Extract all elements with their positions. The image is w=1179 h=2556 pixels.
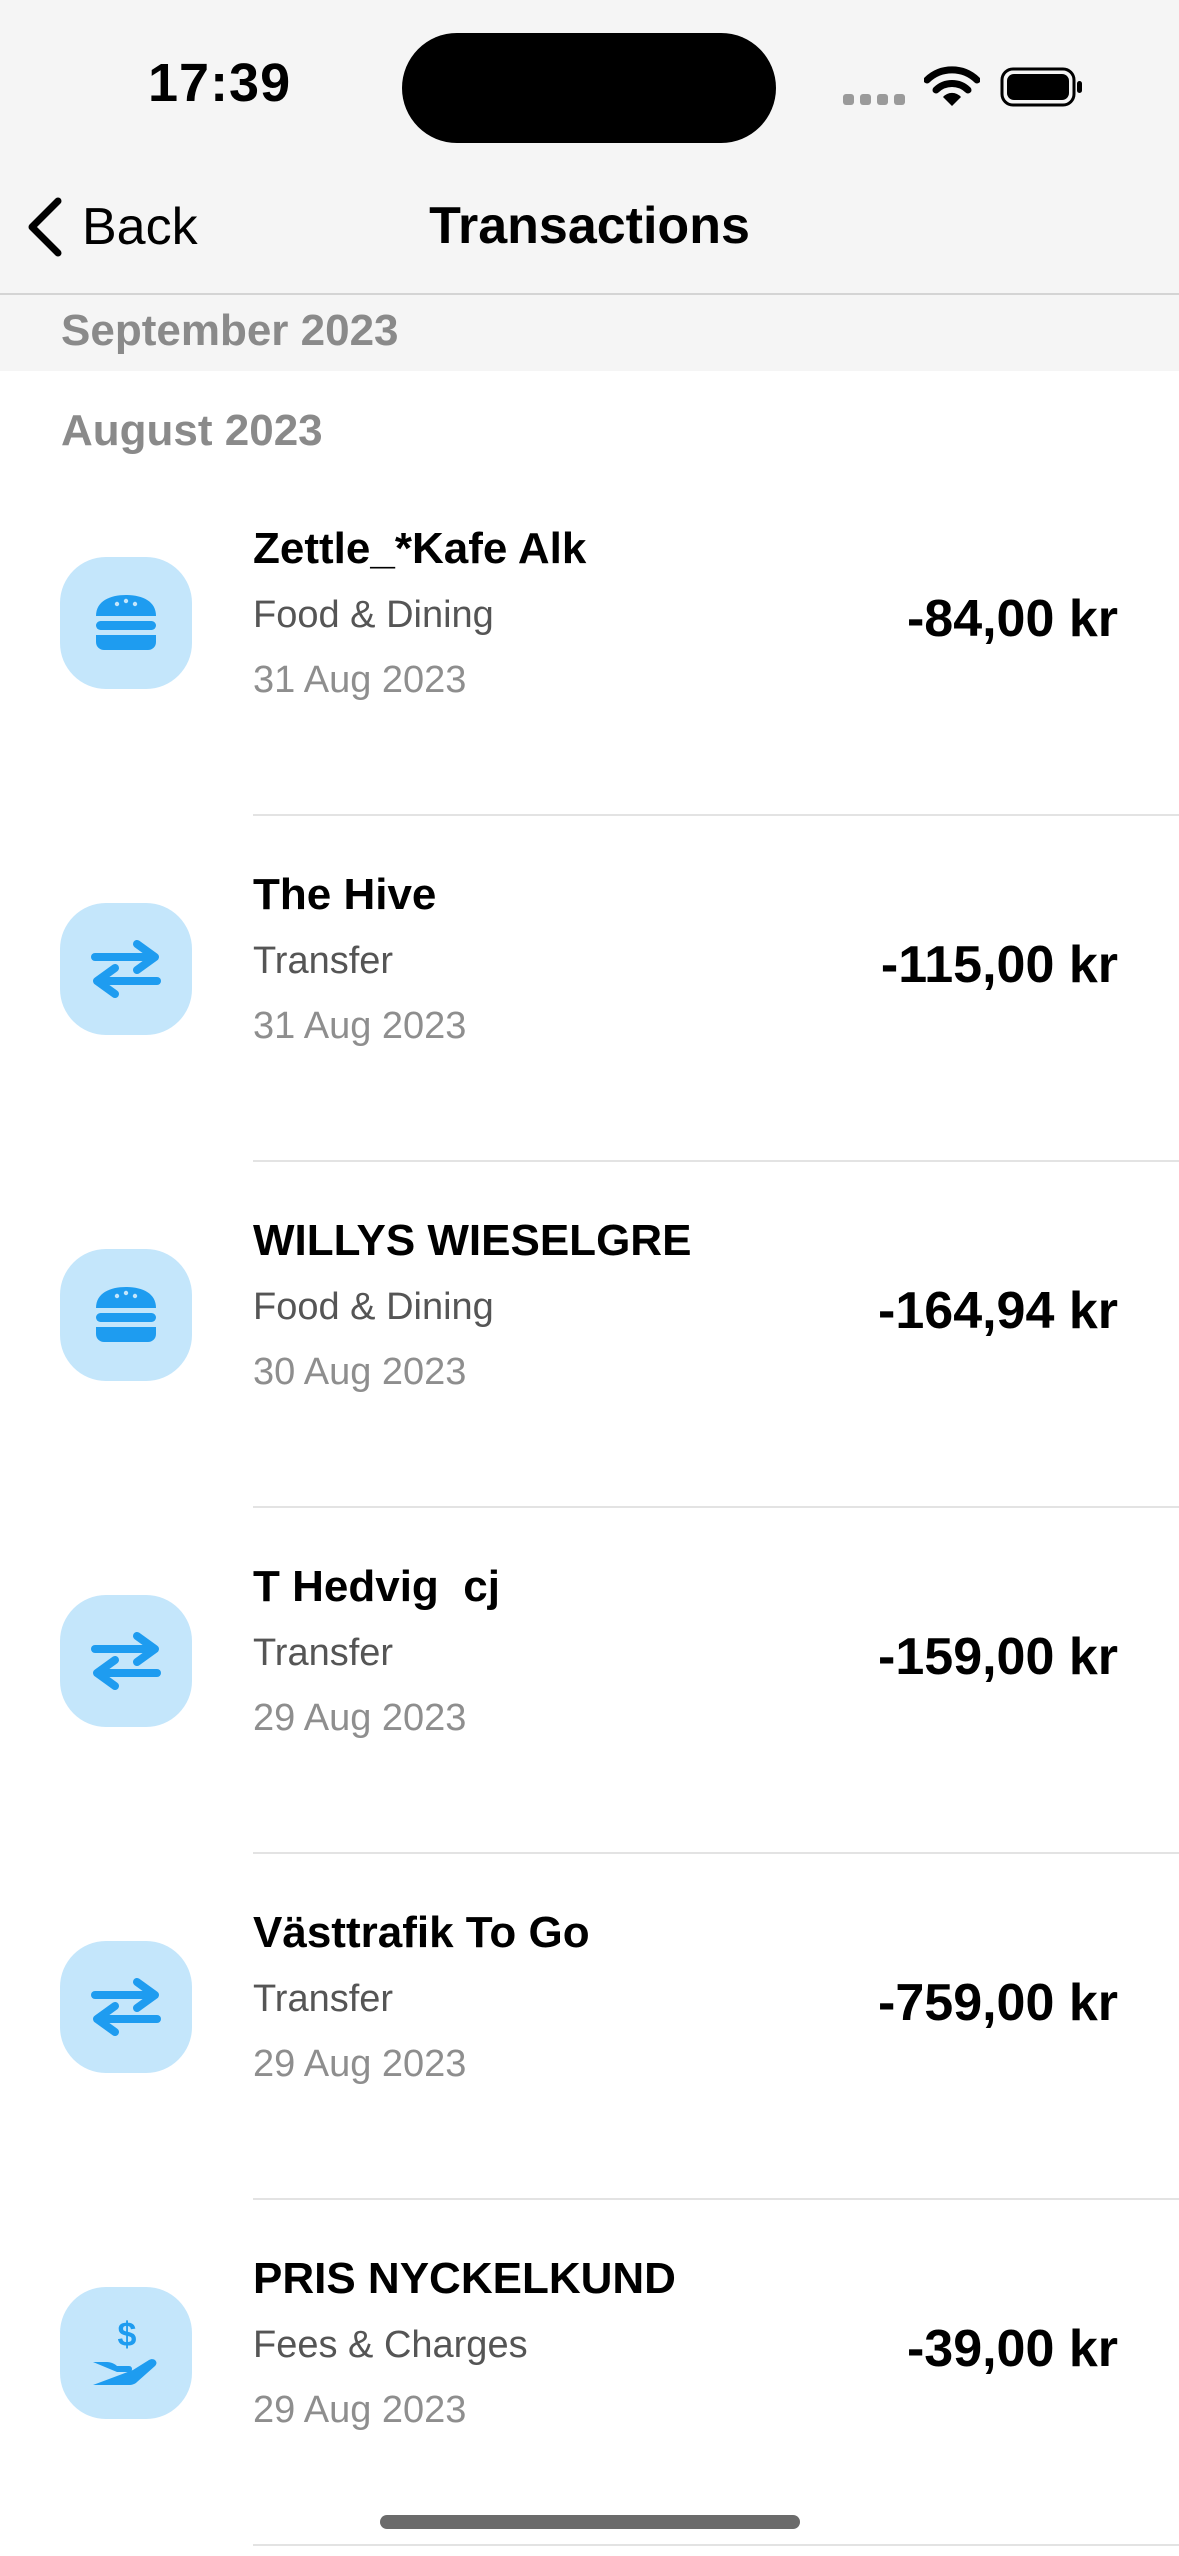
merchant-name: T Hedvig cj <box>253 1562 500 1611</box>
transaction-row[interactable]: $ PRIS NYCKELKUND Fees & Charges 29 Aug … <box>0 2200 1179 2546</box>
cellular-signal-icon <box>843 94 905 105</box>
transaction-date: 31 Aug 2023 <box>253 659 467 701</box>
transaction-row[interactable]: Västtrafik To Go Transfer 29 Aug 2023 -7… <box>0 1854 1179 2200</box>
merchant-name: PRIS NYCKELKUND <box>253 2254 676 2303</box>
transaction-amount: -759,00 kr <box>878 1974 1118 2032</box>
transaction-row[interactable]: T Hedvig cj Transfer 29 Aug 2023 -159,00… <box>0 1508 1179 1854</box>
transaction-row[interactable]: Zettle_*Kafe Alk Food & Dining 31 Aug 20… <box>0 470 1179 816</box>
category-icon-badge <box>60 1941 192 2073</box>
category-icon-badge <box>60 1249 192 1381</box>
transaction-amount: -164,94 kr <box>878 1282 1118 1340</box>
merchant-name: Zettle_*Kafe Alk <box>253 524 587 573</box>
transaction-row[interactable]: The Hive Transfer 31 Aug 2023 -115,00 kr <box>0 816 1179 1162</box>
wifi-icon <box>924 66 980 106</box>
merchant-name: Västtrafik To Go <box>253 1908 590 1957</box>
category-label: Transfer <box>253 940 394 982</box>
month-header-august: August 2023 <box>61 406 323 455</box>
transfer-arrows-icon <box>91 940 161 998</box>
transaction-amount: -159,00 kr <box>878 1628 1118 1686</box>
category-icon-badge <box>60 1595 192 1727</box>
transaction-amount: -39,00 kr <box>906 2320 1118 2378</box>
category-icon-badge: $ <box>60 2287 192 2419</box>
transaction-amount: -115,00 kr <box>880 936 1118 994</box>
transaction-row[interactable]: WILLYS WIESELGRE Food & Dining 30 Aug 20… <box>0 1162 1179 1508</box>
transaction-date: 29 Aug 2023 <box>253 1697 467 1739</box>
dynamic-island <box>402 33 776 143</box>
category-label: Food & Dining <box>253 594 494 636</box>
burger-icon <box>96 595 156 650</box>
svg-text:$: $ <box>118 2318 137 2354</box>
category-icon-badge <box>60 903 192 1035</box>
transaction-date: 29 Aug 2023 <box>253 2043 467 2085</box>
transaction-date: 30 Aug 2023 <box>253 1351 467 1393</box>
burger-icon <box>96 1287 156 1342</box>
transfer-arrows-icon <box>91 1978 161 2036</box>
merchant-name: The Hive <box>253 870 437 919</box>
category-label: Transfer <box>253 1978 394 2020</box>
hand-dollar-icon: $ <box>93 2318 157 2385</box>
category-icon-badge <box>60 557 192 689</box>
transaction-date: 29 Aug 2023 <box>253 2389 467 2431</box>
category-label: Transfer <box>253 1632 394 1674</box>
home-indicator[interactable] <box>380 2515 800 2529</box>
category-label: Food & Dining <box>253 1286 494 1328</box>
month-label: September 2023 <box>61 306 399 355</box>
merchant-name: WILLYS WIESELGRE <box>253 1216 692 1265</box>
transfer-arrows-icon <box>91 1632 161 1690</box>
row-divider <box>253 2544 1179 2546</box>
transaction-date: 31 Aug 2023 <box>253 1005 467 1047</box>
month-header-september: September 2023 <box>0 295 1179 371</box>
battery-icon <box>1000 67 1082 107</box>
page-title: Transactions <box>429 197 750 255</box>
status-time: 17:39 <box>148 53 292 113</box>
category-label: Fees & Charges <box>253 2324 528 2366</box>
transaction-amount: -84,00 kr <box>906 590 1118 648</box>
